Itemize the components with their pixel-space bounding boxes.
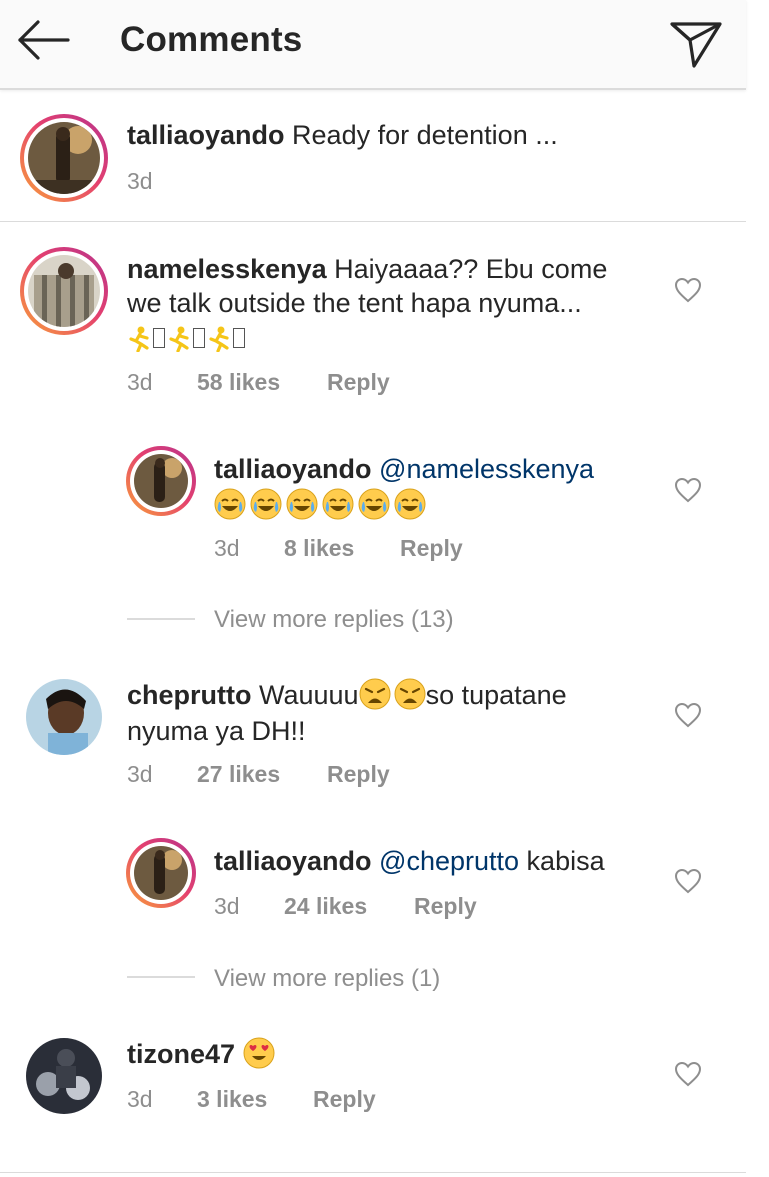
reply-button[interactable]: Reply xyxy=(327,761,390,788)
comment-text: tizone47 xyxy=(127,1037,275,1071)
comment-meta: 3d 27 likes Reply xyxy=(127,761,390,788)
mention-link[interactable]: @namelesskenya xyxy=(379,454,594,484)
view-more-divider xyxy=(127,618,195,620)
comment-time: 3d xyxy=(127,369,153,395)
comment-meta: 3d 3 likes Reply xyxy=(127,1086,376,1113)
view-more-divider xyxy=(127,976,195,978)
reply-text: talliaoyando @namelesskenya xyxy=(214,452,594,486)
list-bottom-divider xyxy=(0,1172,746,1173)
heart-outline-icon xyxy=(674,277,702,303)
avatar[interactable] xyxy=(20,247,108,335)
joy-emoji-icon xyxy=(214,488,246,520)
reply-username[interactable]: talliaoyando xyxy=(214,846,372,876)
joy-emoji-icon xyxy=(394,488,426,520)
comment-text-line2: we talk outside the tent hapa nyuma... xyxy=(127,288,582,318)
top-bar: Comments xyxy=(0,0,746,90)
page-title: Comments xyxy=(120,20,303,59)
avatar[interactable] xyxy=(26,679,102,755)
heart-outline-icon xyxy=(674,868,702,894)
heart-outline-icon xyxy=(674,702,702,728)
runner-emoji-icon xyxy=(209,326,229,352)
comment-time: 3d xyxy=(127,761,153,787)
likes-count[interactable]: 24 likes xyxy=(284,893,414,920)
caption-body: Ready for detention ... xyxy=(292,120,558,150)
avatar[interactable] xyxy=(26,1038,102,1114)
comment-username[interactable]: cheprutto xyxy=(127,680,252,710)
comment-username[interactable]: tizone47 xyxy=(127,1039,235,1069)
joy-emoji-icon xyxy=(286,488,318,520)
comment-meta: 3d 58 likes Reply xyxy=(127,369,390,396)
missing-glyph xyxy=(153,328,165,348)
avatar[interactable] xyxy=(20,114,108,202)
likes-count[interactable]: 8 likes xyxy=(284,535,400,562)
avatar[interactable] xyxy=(126,446,196,516)
like-button[interactable] xyxy=(674,477,702,503)
caption-time: 3d xyxy=(127,168,153,194)
comment-text: namelesskenya Haiyaaaa?? Ebu come xyxy=(127,252,607,286)
heart-outline-icon xyxy=(674,1061,702,1087)
caption-divider xyxy=(0,221,746,222)
arrow-left-icon xyxy=(18,20,70,60)
reply-button[interactable]: Reply xyxy=(400,535,463,562)
comment-username[interactable]: namelesskenya xyxy=(127,254,327,284)
comment-body: Wauuuu xyxy=(259,680,359,710)
reply-emoji-line xyxy=(214,488,426,522)
reply-button[interactable]: Reply xyxy=(327,369,390,396)
runner-emoji-icon xyxy=(169,326,189,352)
reply-username[interactable]: talliaoyando xyxy=(214,454,372,484)
comment-text-line2: nyuma ya DH!! xyxy=(127,716,306,746)
avatar[interactable] xyxy=(126,838,196,908)
like-button[interactable] xyxy=(674,1061,702,1087)
reply-meta: 3d 8 likes Reply xyxy=(214,535,463,562)
reply-body: kabisa xyxy=(526,846,605,876)
runner-emoji-icon xyxy=(129,326,149,352)
caption-text: talliaoyando Ready for detention ... xyxy=(127,118,558,152)
comment-body-cont: so tupatane xyxy=(425,680,567,710)
like-button[interactable] xyxy=(674,702,702,728)
heart-eyes-emoji-icon xyxy=(243,1037,275,1069)
comment-time: 3d xyxy=(127,1086,153,1112)
joy-emoji-icon xyxy=(250,488,282,520)
weary-emoji-icon xyxy=(359,678,391,710)
reply-button[interactable]: Reply xyxy=(313,1086,376,1113)
caption-meta: 3d xyxy=(127,168,153,195)
joy-emoji-icon xyxy=(358,488,390,520)
like-button[interactable] xyxy=(674,277,702,303)
joy-emoji-icon xyxy=(322,488,354,520)
back-button[interactable] xyxy=(14,18,74,66)
heart-outline-icon xyxy=(674,477,702,503)
comment-body: Haiyaaaa?? Ebu come xyxy=(334,254,608,284)
likes-count[interactable]: 58 likes xyxy=(197,369,327,396)
view-more-replies-button[interactable]: View more replies (13) xyxy=(214,606,454,634)
likes-count[interactable]: 27 likes xyxy=(197,761,327,788)
view-more-replies-button[interactable]: View more replies (1) xyxy=(214,965,440,993)
comment-emoji-line xyxy=(127,322,247,356)
reply-meta: 3d 24 likes Reply xyxy=(214,893,477,920)
reply-time: 3d xyxy=(214,535,240,561)
missing-glyph xyxy=(193,328,205,348)
reply-time: 3d xyxy=(214,893,240,919)
share-button[interactable] xyxy=(664,10,726,72)
caption-username[interactable]: talliaoyando xyxy=(127,120,285,150)
missing-glyph xyxy=(233,328,245,348)
like-button[interactable] xyxy=(674,868,702,894)
likes-count[interactable]: 3 likes xyxy=(197,1086,313,1113)
reply-button[interactable]: Reply xyxy=(414,893,477,920)
mention-link[interactable]: @cheprutto xyxy=(379,846,519,876)
reply-text: talliaoyando @cheprutto kabisa xyxy=(214,844,605,878)
paper-plane-icon xyxy=(670,22,722,68)
comment-text: cheprutto Wauuuu so tupatane xyxy=(127,678,567,712)
weary-emoji-icon xyxy=(394,678,426,710)
